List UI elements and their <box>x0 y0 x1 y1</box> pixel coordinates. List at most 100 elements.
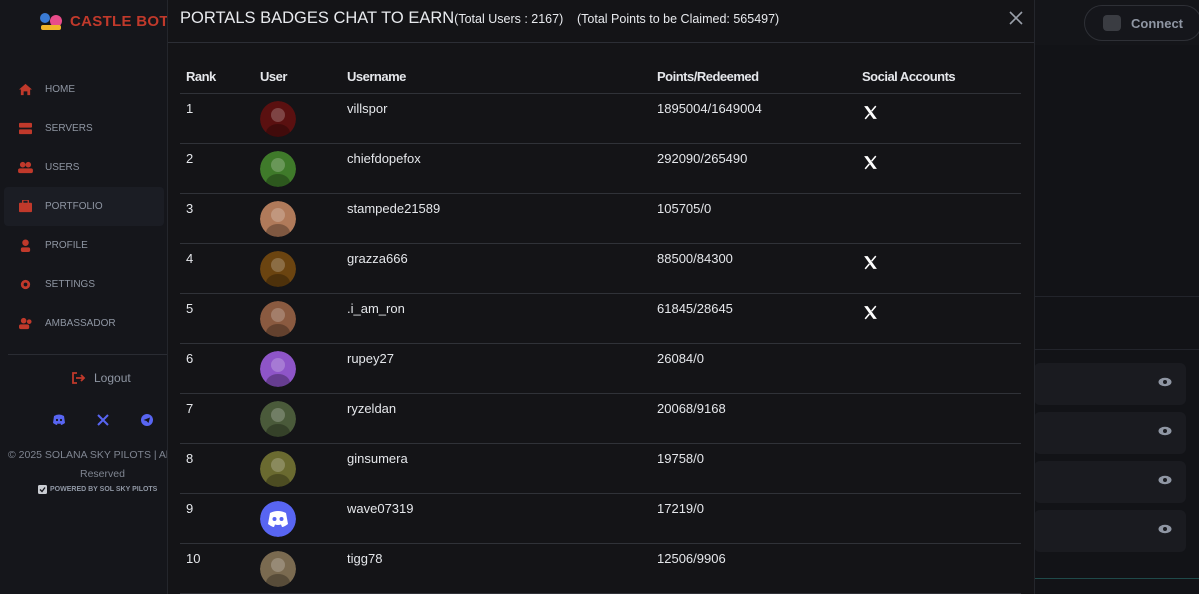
background-right-panel <box>1034 0 1199 594</box>
ambassador-icon <box>19 317 32 330</box>
social-cell <box>856 343 1021 394</box>
sidebar-item-label: SERVERS <box>45 123 93 134</box>
avatar <box>260 351 296 387</box>
table-row: 1 villspor 1895004/1649004 <box>180 93 1021 144</box>
panel-row[interactable] <box>1034 461 1186 503</box>
logout-label: Logout <box>94 371 131 385</box>
points-cell: 17219/0 <box>651 493 856 544</box>
powered-by[interactable]: POWERED BY SOL SKY PILOTS <box>38 485 157 494</box>
x-twitter-icon[interactable] <box>862 104 879 121</box>
avatar <box>260 251 296 287</box>
avatar-cell <box>254 143 341 194</box>
avatar <box>260 101 296 137</box>
eye-icon[interactable] <box>1158 475 1172 485</box>
table-row: 3 stampede21589 105705/0 <box>180 193 1021 244</box>
x-twitter-icon[interactable] <box>862 254 879 271</box>
x-twitter-icon[interactable] <box>862 154 879 171</box>
rank-cell: 3 <box>180 193 254 244</box>
panel-row[interactable] <box>1034 363 1186 405</box>
modal-header: PORTALS BADGES CHAT TO EARN(Total Users … <box>168 0 1034 43</box>
points-cell: 20068/9168 <box>651 393 856 444</box>
sidebar-item-portfolio[interactable]: PORTFOLIO <box>4 187 164 226</box>
eye-icon[interactable] <box>1158 426 1172 436</box>
column-header-rank: Rank <box>180 59 254 94</box>
portfolio-icon <box>19 200 32 213</box>
social-cell <box>856 543 1021 594</box>
eye-icon[interactable] <box>1158 524 1172 534</box>
brand-name: CASTLE BOTS <box>70 12 180 30</box>
modal-title: PORTALS BADGES CHAT TO EARN(Total Users … <box>180 9 779 28</box>
avatar <box>260 401 296 437</box>
total-points: (Total Points to be Claimed: 565497) <box>577 12 780 26</box>
telegram-icon[interactable] <box>140 413 154 427</box>
powered-by-label: POWERED BY SOL SKY PILOTS <box>50 486 158 493</box>
social-cell <box>856 93 1021 144</box>
points-cell: 61845/28645 <box>651 293 856 344</box>
column-header-username: Username <box>341 59 651 94</box>
leaderboard-table: Rank User Username Points/Redeemed Socia… <box>180 59 1021 594</box>
column-header-social: Social Accounts <box>856 59 1021 94</box>
avatar-cell <box>254 93 341 144</box>
points-cell: 1895004/1649004 <box>651 93 856 144</box>
x-twitter-icon[interactable] <box>96 413 110 427</box>
table-row: 10 tigg78 12506/9906 <box>180 543 1021 594</box>
home-icon <box>19 83 32 96</box>
table-header-row: Rank User Username Points/Redeemed Socia… <box>180 59 1021 94</box>
avatar-cell <box>254 293 341 344</box>
rank-cell: 1 <box>180 93 254 144</box>
username-cell: ryzeldan <box>341 393 651 444</box>
x-twitter-icon[interactable] <box>862 304 879 321</box>
avatar <box>260 451 296 487</box>
avatar <box>260 201 296 237</box>
social-cell <box>856 493 1021 544</box>
rank-cell: 2 <box>180 143 254 194</box>
sidebar-item-users[interactable]: USERS <box>0 148 168 187</box>
social-cell <box>856 293 1021 344</box>
rank-cell: 5 <box>180 293 254 344</box>
avatar-cell <box>254 443 341 494</box>
username-cell: .i_am_ron <box>341 293 651 344</box>
panel-row[interactable] <box>1034 412 1186 454</box>
points-cell: 88500/84300 <box>651 243 856 294</box>
social-cell <box>856 143 1021 194</box>
sidebar-item-home[interactable]: HOME <box>0 70 168 109</box>
close-icon[interactable] <box>1008 10 1024 26</box>
column-header-user: User <box>254 59 341 94</box>
sidebar-item-settings[interactable]: SETTINGS <box>0 265 168 304</box>
servers-icon <box>19 122 32 135</box>
avatar-cell <box>254 393 341 444</box>
discord-icon[interactable] <box>52 413 66 427</box>
sidebar-item-profile[interactable]: PROFILE <box>0 226 168 265</box>
avatar <box>260 501 296 537</box>
rank-cell: 8 <box>180 443 254 494</box>
brand[interactable]: CASTLE BOTS <box>38 10 179 32</box>
profile-icon <box>20 239 31 252</box>
sidebar-item-label: PORTFOLIO <box>45 201 103 212</box>
footer-copyright: © 2025 SOLANA SKY PILOTS | All R Reserve… <box>8 446 181 484</box>
social-cell <box>856 393 1021 444</box>
social-links <box>52 413 154 427</box>
username-cell: grazza666 <box>341 243 651 294</box>
avatar <box>260 551 296 587</box>
avatar-cell <box>254 343 341 394</box>
points-cell: 19758/0 <box>651 443 856 494</box>
sidebar-item-ambassador[interactable]: AMBASSADOR <box>0 304 168 343</box>
username-cell: wave07319 <box>341 493 651 544</box>
logout-button[interactable]: Logout <box>72 371 131 385</box>
username-cell: villspor <box>341 93 651 144</box>
sidebar-item-label: PROFILE <box>45 240 88 251</box>
table-row: 4 grazza666 88500/84300 <box>180 243 1021 294</box>
eye-icon[interactable] <box>1158 377 1172 387</box>
points-cell: 105705/0 <box>651 193 856 244</box>
points-cell: 26084/0 <box>651 343 856 394</box>
avatar-cell <box>254 543 341 594</box>
panel-row[interactable] <box>1034 510 1186 552</box>
table-row: 2 chiefdopefox 292090/265490 <box>180 143 1021 194</box>
castle-bots-logo-icon <box>40 13 62 30</box>
rank-cell: 4 <box>180 243 254 294</box>
sidebar-item-label: AMBASSADOR <box>45 318 116 329</box>
username-cell: tigg78 <box>341 543 651 594</box>
avatar-cell <box>254 193 341 244</box>
sidebar-item-servers[interactable]: SERVERS <box>0 109 168 148</box>
panel-divider <box>1034 578 1199 579</box>
